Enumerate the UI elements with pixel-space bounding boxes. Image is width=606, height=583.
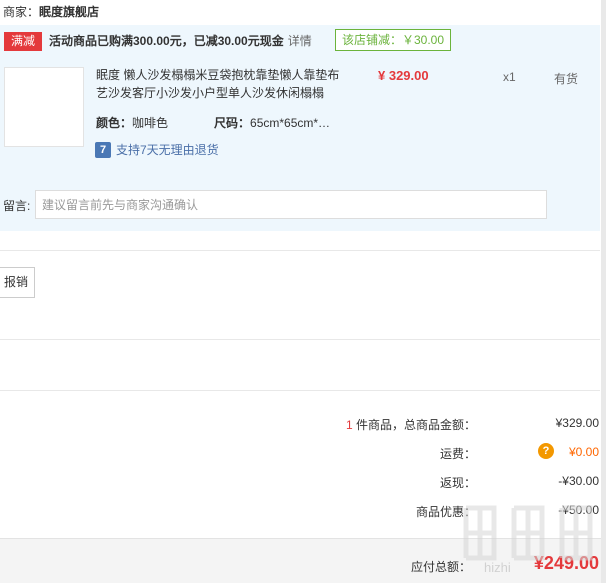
question-mark-icon[interactable]: ? (538, 443, 554, 459)
color-value: 咖啡色 (132, 116, 169, 130)
reimburse-button[interactable]: 报销 (0, 267, 35, 298)
return-policy-text: 支持7天无理由退货 (116, 143, 219, 157)
rebate-label: 返现： (439, 476, 476, 490)
watermark-logo-icon (463, 505, 593, 561)
promo-text: 活动商品已购满300.00元，已减30.00元现金 (49, 34, 284, 48)
rebate-value: -¥30.00 (558, 474, 599, 488)
product-thumbnail[interactable] (4, 67, 84, 147)
promo-info: 活动商品已购满300.00元，已减30.00元现金 详情 (49, 32, 312, 51)
product-attr-size: 尺码：65cm*65cm*… (214, 114, 330, 131)
comment-input[interactable] (35, 190, 547, 219)
scrollbar-track[interactable] (601, 0, 606, 583)
comment-label: 留言: (3, 199, 31, 213)
divider (0, 390, 600, 391)
product-price: ¥ 329.00 (378, 68, 429, 83)
merchant-line: 商家：眠度旗舰店 (3, 3, 99, 20)
merchant-label: 商家： (3, 5, 40, 19)
size-label: 尺码： (214, 116, 251, 130)
product-stock-status: 有货 (554, 72, 579, 86)
product-attr-color: 颜色：咖啡色 (96, 114, 168, 131)
merchant-name[interactable]: 眠度旗舰店 (39, 5, 99, 19)
shipping-value: ¥0.00 (568, 445, 599, 459)
divider (0, 250, 600, 251)
goods-total-value: ¥329.00 (555, 416, 599, 430)
seven-day-return-icon: 7 (95, 141, 111, 158)
shipping-label: 运费： (439, 447, 476, 461)
goods-count-suffix: 件商品，总商品金额： (352, 418, 476, 432)
watermark-text: hizhi (484, 560, 511, 575)
color-label: 颜色： (96, 116, 133, 130)
divider (0, 339, 600, 340)
store-discount-badge: 该店铺减：￥30.00 (335, 29, 452, 51)
product-title[interactable]: 眠度 懒人沙发榻榻米豆袋抱枕靠垫懒人靠垫布艺沙发客厅小沙发小户型单人沙发休闲榻榻 (96, 66, 346, 102)
product-quantity: x1 (503, 70, 516, 84)
return-policy[interactable]: 7 支持7天无理由退货 (95, 141, 219, 158)
goods-count-label: 1 件商品，总商品金额： (346, 416, 476, 433)
goods-count: 1 (345, 418, 353, 432)
promo-detail-link[interactable]: 详情 (288, 34, 312, 48)
promo-badge: 满减 (4, 32, 42, 51)
size-value: 65cm*65cm*… (250, 116, 331, 130)
